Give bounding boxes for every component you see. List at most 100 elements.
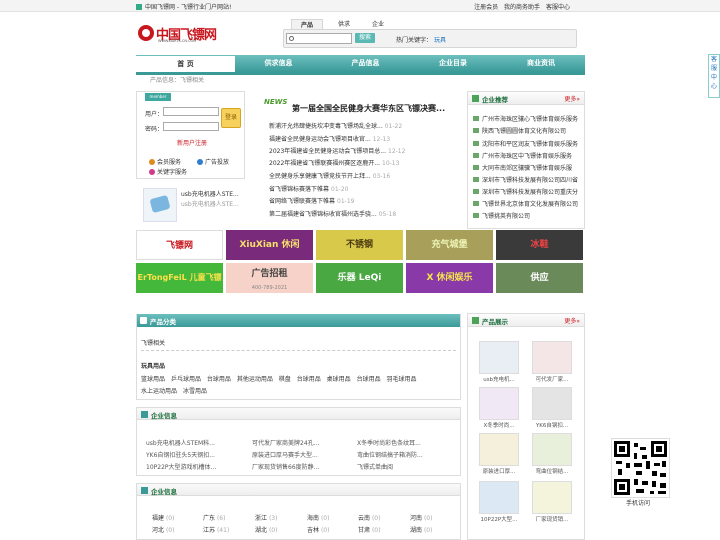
ad-banner[interactable]: 飞镖网 [136, 230, 223, 260]
product-thumb[interactable] [532, 433, 572, 466]
product-thumb[interactable] [479, 387, 519, 420]
category-link[interactable]: 台球用品 [207, 376, 231, 383]
product-link[interactable]: 飞镖式单曲阅 [357, 462, 393, 471]
company-item[interactable]: 沈阳市和平区润友飞镖体育娱乐服务 [473, 139, 578, 148]
keyword-service-link[interactable]: 关键字服务 [149, 167, 187, 176]
company-more-link[interactable]: 更多» [564, 94, 580, 103]
business-assistant-link[interactable]: 我的商务助手 [504, 4, 540, 11]
category-main[interactable]: 飞镖相关 [141, 338, 165, 347]
nav-supply[interactable]: 供求信息 [235, 55, 322, 72]
news-item[interactable]: 福建省全民健身运动会飞镖项目收官... 12-13 [269, 134, 390, 143]
product-link[interactable]: 原装进口厚马赛手大型... [252, 450, 318, 459]
product-caption[interactable]: 10P22P大型... [477, 515, 521, 523]
ad-banner[interactable]: 乐器 LeQi [316, 263, 403, 293]
news-item[interactable]: 全民健身乐享健康飞镖竞技节开上拜... 03-16 [269, 171, 390, 180]
category-link[interactable]: 台球用品 [357, 376, 381, 383]
hot-keyword-link[interactable]: 玩具 [434, 37, 446, 44]
product-more-link[interactable]: 更多» [564, 316, 580, 325]
product-caption[interactable]: 原装进口厚... [477, 467, 521, 475]
nav-companies[interactable]: 企业目录 [409, 55, 497, 72]
product-link[interactable]: 弯曲位钢结搞子箱消防... [357, 450, 423, 459]
ad-banner[interactable]: ErTongFeiL 儿童飞镖 [136, 263, 223, 293]
product-link[interactable]: 厂家现货销售66度防静... [252, 462, 319, 471]
company-item[interactable]: 广州市海珠区骧心飞镖体育娱乐服务 [473, 114, 578, 123]
product-thumb[interactable] [532, 481, 572, 514]
nav-news[interactable]: 商业资讯 [497, 55, 585, 72]
company-item[interactable]: 大同市南郊区骧骥飞镖体育娱乐服 [473, 163, 572, 172]
company-item[interactable]: 飞镖世界北京体育文化发展有限公司 [473, 199, 578, 208]
company-item[interactable]: 广州市海珠区中飞镖体育娱乐服务 [473, 151, 572, 160]
product-link[interactable]: 10P22P大型游戏机槽体... [146, 462, 216, 471]
ad-banner[interactable]: 广告招租 400-789-2021 [226, 263, 313, 293]
province-link[interactable]: 江苏 (41) [203, 525, 229, 534]
home-link[interactable]: 中国飞镖网 - 飞镖行业门户网站! [136, 2, 231, 11]
province-link[interactable]: 海南 (0) [307, 513, 329, 522]
product-link[interactable]: YK6自钢扣驻头5天钢扣... [146, 450, 215, 459]
customer-service-float[interactable]: 客服中心 [708, 54, 720, 98]
news-headline[interactable]: 第一届全国全民健身大赛华东区飞镖决赛... [292, 103, 445, 114]
product-thumb[interactable] [532, 341, 572, 374]
product-caption[interactable]: 弯曲位钢结... [530, 467, 574, 475]
province-link[interactable]: 浙江 (3) [255, 513, 277, 522]
product-link[interactable]: usb充电机器人STEM科... [146, 438, 215, 447]
province-link[interactable]: 湖南 (0) [410, 525, 432, 534]
category-link[interactable]: 冰雪用品 [183, 388, 207, 395]
province-link[interactable]: 广东 (6) [203, 513, 225, 522]
username-input[interactable] [163, 107, 219, 116]
category-link[interactable]: 乒乓球用品 [171, 376, 201, 383]
register-link[interactable]: 新用户注册 [177, 138, 207, 147]
category-group-title[interactable]: 玩具用品 [141, 361, 165, 370]
ad-banner[interactable]: 不锈钢 [316, 230, 403, 260]
news-item[interactable]: 省网络飞镖联赛落下帷幕 01-19 [269, 196, 354, 205]
featured-product[interactable]: usb充电机器人STE... usb充电机器人STE... [136, 182, 245, 228]
nav-products[interactable]: 产品信息 [322, 55, 409, 72]
password-input[interactable] [163, 122, 219, 131]
category-link[interactable]: 篮球用品 [141, 376, 165, 383]
product-thumb[interactable] [479, 481, 519, 514]
member-service-link[interactable]: 会员服务 [149, 157, 181, 166]
product-thumb[interactable] [532, 387, 572, 420]
company-item[interactable]: 深圳市飞镖科技发展有限公司四川省 [473, 175, 578, 184]
news-item[interactable]: 2022年福建省飞镖联赛福州赛区逐鹿开... 10-13 [269, 158, 399, 167]
product-caption[interactable]: 可代发厂家... [530, 375, 574, 383]
ad-banner[interactable]: X 休闲娱乐 [406, 263, 493, 293]
product-caption[interactable]: 厂家现货销... [530, 515, 574, 523]
company-item[interactable]: 飞镖挑英有限公司 [473, 211, 530, 220]
product-link[interactable]: 可代发厂家商美牌24孔... [252, 438, 319, 447]
ad-banner[interactable]: 充气城堡 [406, 230, 493, 260]
service-center-link[interactable]: 客服中心 [546, 4, 570, 11]
province-link[interactable]: 河南 (0) [410, 513, 432, 522]
product-thumb[interactable] [479, 433, 519, 466]
product-caption[interactable]: usb充电机... [477, 375, 521, 383]
news-item[interactable]: 第二届福建省飞镖锦标收官福州选手骁... 05-18 [269, 209, 396, 218]
news-item[interactable]: 新浦汗允炜肆捷抚坎冲变毒飞镖场乱全球... 01-22 [269, 121, 402, 130]
news-item[interactable]: 省飞镖锦标赛落下帷幕 01-20 [269, 184, 348, 193]
search-input[interactable] [286, 33, 352, 44]
register-link[interactable]: 注册会员 [474, 4, 498, 11]
news-item[interactable]: 2023年福建省全民健身运动会飞镖项目总... 12-12 [269, 146, 405, 155]
category-link[interactable]: 桌球用品 [327, 376, 351, 383]
category-link[interactable]: 棋盘 [279, 376, 291, 383]
nav-home[interactable]: 首 页 [136, 56, 235, 72]
province-link[interactable]: 甘肃 (0) [358, 525, 380, 534]
category-link[interactable]: 水上运动用品 [141, 388, 177, 395]
company-item[interactable]: 陕西飞镖圆圆体育文化有限公司 [473, 126, 566, 135]
province-link[interactable]: 福建 (0) [152, 513, 174, 522]
login-button[interactable]: 登录 [221, 108, 241, 128]
province-link[interactable]: 湖北 (0) [255, 525, 277, 534]
ad-service-link[interactable]: 广告投放 [197, 157, 229, 166]
province-link[interactable]: 吉林 (0) [307, 525, 329, 534]
ad-banner[interactable]: 冰鞋 [496, 230, 583, 260]
province-link[interactable]: 河北 (0) [152, 525, 174, 534]
product-caption[interactable]: YK6自钢扣... [530, 421, 574, 429]
category-link[interactable]: 羽毛球用品 [387, 376, 417, 383]
site-logo[interactable]: 中国飞镖网 WWW.DARTS-CN.COM [138, 24, 220, 44]
product-link[interactable]: X冬季时尚彩色条纹耳... [357, 438, 421, 447]
category-link[interactable]: 其他运动用品 [237, 376, 273, 383]
search-button[interactable]: 搜索 [355, 33, 375, 43]
ad-banner[interactable]: XiuXian 休闲 [226, 230, 313, 260]
category-link[interactable]: 台球用品 [297, 376, 321, 383]
product-thumb[interactable] [479, 341, 519, 374]
product-caption[interactable]: X冬季时尚... [477, 421, 521, 429]
province-link[interactable]: 云南 (0) [358, 513, 380, 522]
